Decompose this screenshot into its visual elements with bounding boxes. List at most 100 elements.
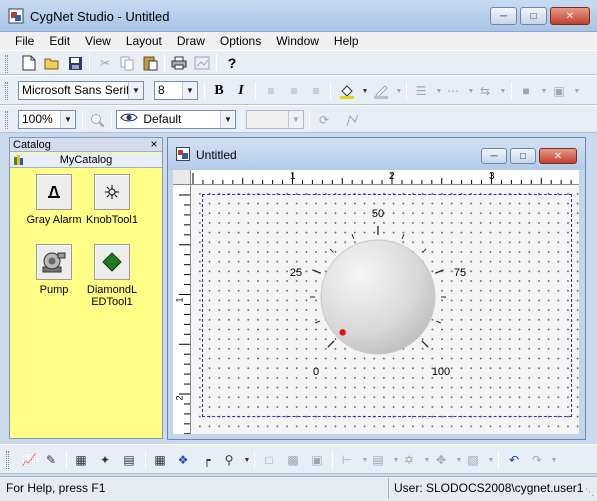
polyline-icon[interactable]: [343, 111, 361, 129]
document-title-bar[interactable]: Untitled ─ □ ✕: [168, 138, 585, 170]
paste-icon[interactable]: [141, 54, 159, 72]
zoom-select[interactable]: 100% ▼: [18, 110, 76, 129]
zoom-value: 100%: [22, 112, 53, 126]
knob-control[interactable]: 50 25 75 0 100: [192, 186, 579, 434]
stack-icon[interactable]: ▤: [120, 451, 138, 469]
chart-tool-icon[interactable]: 📈: [20, 451, 38, 469]
zoom-icon[interactable]: [88, 111, 106, 129]
group-icon[interactable]: □: [260, 451, 278, 469]
refresh-icon[interactable]: ⟳: [315, 111, 333, 129]
shadow-icon[interactable]: ■: [517, 82, 535, 100]
menu-options[interactable]: Options: [213, 32, 269, 50]
copy-icon[interactable]: [118, 54, 136, 72]
pump-icon: [36, 244, 72, 280]
toolbar-grip[interactable]: [5, 55, 8, 73]
title-bar[interactable]: CygNet Studio - Untitled ─ □ ✕: [0, 0, 597, 32]
font-size-select[interactable]: 8 ▼: [154, 81, 198, 100]
menu-window[interactable]: Window: [269, 32, 327, 50]
chevron-down-icon[interactable]: ▼: [60, 111, 75, 128]
menu-edit[interactable]: Edit: [42, 32, 78, 50]
text-tool-icon[interactable]: ✎: [42, 451, 60, 469]
grid-icon[interactable]: ▦: [151, 451, 169, 469]
line-width-icon[interactable]: ☰: [412, 82, 430, 100]
fill-color-icon[interactable]: [338, 82, 356, 100]
menu-view[interactable]: View: [78, 32, 119, 50]
print-icon[interactable]: [170, 54, 188, 72]
align-left-icon[interactable]: ≡: [262, 82, 280, 100]
catalog-item-diamond-led[interactable]: DiamondL EDTool1: [82, 244, 142, 308]
order-icon[interactable]: ▧: [464, 451, 482, 469]
toolbar-grip[interactable]: [5, 82, 8, 100]
chevron-down-icon[interactable]: ▼: [288, 111, 303, 128]
close-button[interactable]: ✕: [550, 7, 590, 25]
align-icon[interactable]: ⊢: [338, 451, 356, 469]
knob-label-75: 75: [454, 267, 466, 279]
font-name-select[interactable]: Microsoft Sans Serif ▼: [18, 81, 144, 100]
knob-dial[interactable]: [320, 239, 436, 355]
zoom-tool-icon[interactable]: ⚲: [220, 451, 238, 469]
open-folder-icon[interactable]: [43, 54, 61, 72]
ruler-corner: [173, 170, 191, 185]
new-file-icon[interactable]: [20, 54, 38, 72]
resize-grip-icon[interactable]: ⋱: [585, 487, 594, 498]
arrow-style-icon[interactable]: ⇆: [476, 82, 494, 100]
chevron-down-icon[interactable]: ▼: [182, 82, 197, 99]
catalog-item-gray-alarm[interactable]: Gray Alarm: [24, 174, 84, 226]
regroup-icon[interactable]: ▣: [308, 451, 326, 469]
nudge-icon[interactable]: ✥: [432, 451, 450, 469]
print-preview-icon[interactable]: [193, 54, 211, 72]
drawing-area[interactable]: 1 2 3 1 2 50 25 75 0 100: [173, 170, 579, 434]
line-color-icon[interactable]: [372, 82, 390, 100]
document-window[interactable]: Untitled ─ □ ✕ 1 2 3 1 2 50 25 75 0 100: [167, 137, 586, 440]
align-right-icon[interactable]: ≡: [307, 82, 325, 100]
snap-icon[interactable]: ❖: [174, 451, 192, 469]
diamond-led-icon: [94, 244, 130, 280]
help-icon[interactable]: ?: [223, 54, 241, 72]
catalog-panel: Catalog × MyCatalog Gray Alarm KnobTool1…: [9, 137, 163, 439]
catalog-item-pump[interactable]: Pump: [24, 244, 84, 296]
align-center-icon[interactable]: ≡: [285, 82, 303, 100]
menu-file[interactable]: File: [0, 32, 42, 50]
menu-draw[interactable]: Draw: [170, 32, 213, 50]
close-icon: ✕: [565, 10, 575, 22]
wizard-icon[interactable]: ✦: [96, 451, 114, 469]
knob-tick: [314, 320, 320, 324]
toolbar-grip[interactable]: [5, 111, 8, 129]
save-icon[interactable]: [66, 54, 84, 72]
menu-help[interactable]: Help: [327, 32, 367, 50]
knob-label-0: 0: [313, 366, 319, 378]
catalog-close-icon[interactable]: ×: [148, 137, 160, 151]
document-maximize-button[interactable]: □: [510, 148, 536, 164]
center-icon[interactable]: ✡: [400, 451, 418, 469]
maximize-button[interactable]: □: [520, 7, 547, 25]
ruler-icon[interactable]: ┍: [198, 451, 216, 469]
italic-icon[interactable]: I: [232, 82, 250, 100]
undo-icon[interactable]: ↶: [505, 451, 523, 469]
knob-indicator[interactable]: [339, 329, 346, 336]
line-style-icon[interactable]: ⋯: [444, 82, 462, 100]
redo-icon[interactable]: ↷: [528, 451, 546, 469]
chevron-down-icon[interactable]: ▼: [128, 82, 143, 99]
chevron-down-icon[interactable]: ▼: [220, 111, 235, 128]
layer-option-select[interactable]: ▼: [246, 110, 304, 129]
document-minimize-button[interactable]: ─: [481, 148, 507, 164]
catalog-header[interactable]: Catalog ×: [10, 137, 162, 152]
catalog-library-tab[interactable]: MyCatalog: [10, 153, 162, 168]
properties-icon[interactable]: ▦: [72, 451, 90, 469]
layer-select[interactable]: Default ▼: [116, 110, 236, 129]
ruler-h-label-3: 3: [489, 171, 495, 182]
menu-layout[interactable]: Layout: [119, 32, 170, 50]
chevron-down-icon[interactable]: ▼: [494, 82, 512, 100]
minimize-button[interactable]: ─: [490, 7, 517, 25]
ungroup-icon[interactable]: ▩: [284, 451, 302, 469]
document-close-button[interactable]: ✕: [539, 148, 577, 164]
bold-icon[interactable]: B: [210, 82, 228, 100]
chevron-down-icon[interactable]: ▼: [568, 82, 586, 100]
catalog-item-knob-tool[interactable]: KnobTool1: [82, 174, 142, 226]
distribute-icon[interactable]: ▤: [369, 451, 387, 469]
cygnet-app-icon[interactable]: [8, 8, 24, 24]
chevron-down-icon[interactable]: ▼: [545, 451, 563, 469]
toolbar-grip[interactable]: [6, 451, 9, 469]
cut-icon[interactable]: ✂: [96, 54, 114, 72]
3d-effect-icon[interactable]: ▣: [550, 82, 568, 100]
